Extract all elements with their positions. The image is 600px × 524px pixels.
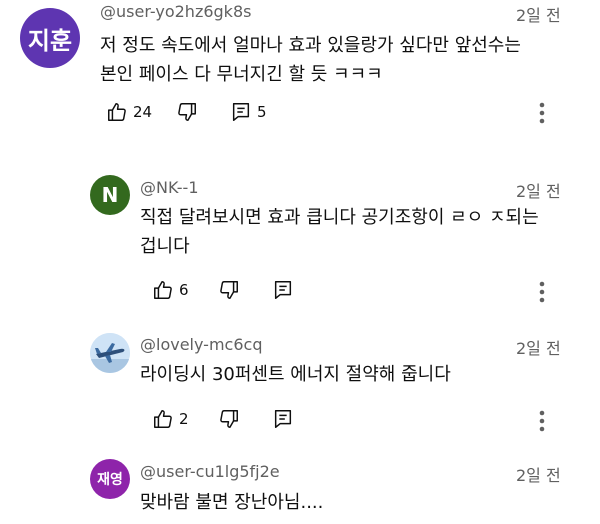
reply-button[interactable] [272,279,294,301]
comment-author[interactable]: @lovely-mc6cq [140,335,262,354]
like-button[interactable]: 6 [152,279,189,301]
comment-icon [274,410,292,428]
comment-text: 저 정도 속도에서 얼마나 효과 있을랑가 싶다만 앞선수는 본인 페이스 다 … [100,31,521,89]
avatar-initials: 재영 [97,472,123,488]
airplane-icon [90,333,130,373]
thumbs-down-icon [178,103,196,121]
thumbs-up-icon [154,281,172,299]
dislike-button[interactable] [218,408,240,430]
thumbs-down-icon [220,410,238,428]
comment-text-line: 라이딩시 30퍼센트 에너지 절약해 줍니다 [140,364,451,385]
comment-text: 맞바람 불면 장난아님.... [140,488,323,517]
like-button[interactable]: 24 [106,101,152,123]
comment-icon [232,103,250,121]
reply-button[interactable]: 5 [230,101,267,123]
comment-actions: 24 5 [106,101,506,127]
comment-time: 2일 전 [516,6,561,25]
like-count: 2 [179,410,189,428]
dislike-button[interactable] [176,101,198,123]
comment-author[interactable]: @user-yo2hz6gk8s [100,2,251,21]
dislike-button[interactable] [218,279,240,301]
comment-text-line: 본인 페이스 다 무너지긴 할 듯 ㅋㅋㅋ [100,64,383,85]
avatar-initials: N [101,183,119,207]
comment-time: 2일 전 [516,182,561,201]
comment-text-line: 겁니다 [140,236,190,257]
like-count: 6 [179,281,189,299]
more-vert-icon [539,102,545,124]
comment-text-line: 맞바람 불면 장난아님.... [140,492,324,513]
avatar[interactable]: 재영 [90,459,130,499]
comment-time: 2일 전 [516,466,561,485]
like-count: 24 [133,103,153,121]
comment-text: 직접 달려보시면 효과 큽니다 공기조항이 ㄹㅇ ㅈ되는 겁니다 [140,203,539,261]
reply-button[interactable] [272,408,294,430]
comment-time: 2일 전 [516,339,561,358]
comment-actions: 6 [152,279,452,305]
reply-count: 5 [257,103,267,121]
like-button[interactable]: 2 [152,408,189,430]
avatar[interactable] [90,333,130,373]
more-options-button[interactable] [532,98,552,128]
more-options-button[interactable] [532,406,552,436]
more-options-button[interactable] [532,277,552,307]
thumbs-up-icon [154,410,172,428]
thumbs-up-icon [108,103,126,121]
more-vert-icon [539,281,545,303]
comment-text: 라이딩시 30퍼센트 에너지 절약해 줍니다 [140,360,451,389]
avatar[interactable]: N [90,175,130,215]
more-vert-icon [539,410,545,432]
avatar[interactable]: 지훈 [20,8,80,68]
comment-text-line: 직접 달려보시면 효과 큽니다 공기조항이 ㄹㅇ ㅈ되는 [140,207,539,228]
comment-actions: 2 [152,408,452,434]
thumbs-down-icon [220,281,238,299]
avatar-initials: 지훈 [27,26,73,55]
comment-author[interactable]: @NK--1 [140,178,199,197]
comment-icon [274,281,292,299]
comment-text-line: 저 정도 속도에서 얼마나 효과 있을랑가 싶다만 앞선수는 [100,35,521,56]
comment-author[interactable]: @user-cu1lg5fj2e [140,462,280,481]
